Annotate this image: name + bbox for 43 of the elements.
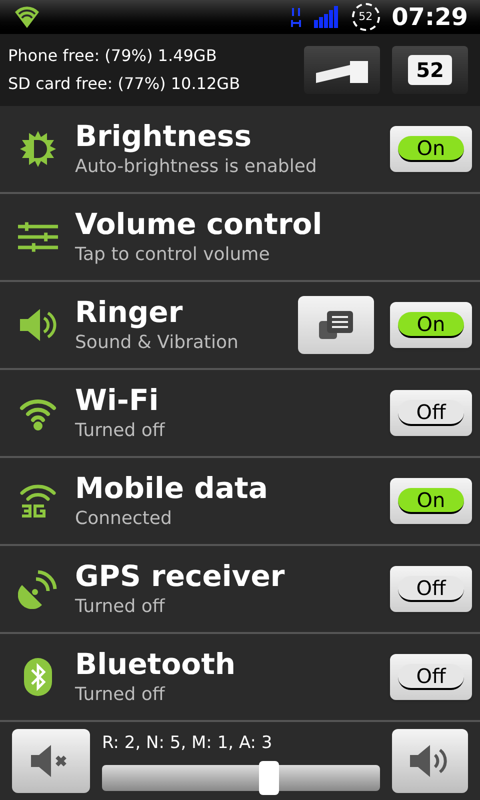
setting-title: Wi-Fi — [75, 382, 160, 418]
battery-level-badge: 52 — [408, 55, 452, 85]
setting-subtitle: Connected — [75, 507, 173, 531]
signal-icon — [314, 6, 340, 28]
mute-button[interactable] — [12, 729, 90, 793]
setting-row[interactable]: Wi-Fi Turned off Off — [0, 370, 480, 458]
clock: 07:29 — [392, 2, 468, 33]
setting-icon — [18, 569, 58, 609]
battery-button[interactable]: 52 — [392, 46, 468, 94]
setting-row[interactable]: Ringer Sound & Vibration On — [0, 282, 480, 370]
setting-icon — [18, 129, 58, 169]
slider-thumb[interactable] — [258, 760, 279, 795]
menu-button[interactable] — [298, 296, 374, 354]
setting-title: GPS receiver — [75, 558, 286, 594]
volume-up-button[interactable] — [392, 729, 468, 793]
sd-storage-text: SD card free: (77%) 10.12GB — [8, 73, 242, 95]
toggle-switch[interactable]: On — [390, 302, 472, 348]
toggle-switch[interactable]: On — [390, 126, 472, 172]
toggle-switch[interactable]: Off — [390, 654, 472, 700]
battery-indicator: 52 — [352, 3, 380, 31]
setting-subtitle: Turned off — [75, 683, 166, 707]
setting-subtitle: Turned off — [75, 419, 166, 443]
flashlight-button[interactable] — [304, 46, 380, 94]
setting-subtitle: Turned off — [75, 595, 166, 619]
setting-row[interactable]: Volume control Tap to control volume — [0, 194, 480, 282]
volume-reading: R: 2, N: 5, M: 1, A: 3 — [102, 732, 274, 756]
setting-subtitle: Auto-brightness is enabled — [75, 155, 318, 179]
setting-row[interactable]: Mobile data Connected On — [0, 458, 480, 546]
setting-title: Ringer — [75, 294, 184, 330]
message-list-icon — [317, 309, 355, 341]
setting-row[interactable]: Brightness Auto-brightness is enabled On — [0, 106, 480, 194]
setting-title: Mobile data — [75, 470, 269, 506]
setting-title: Bluetooth — [75, 646, 237, 682]
setting-subtitle: Sound & Vibration — [75, 331, 240, 355]
setting-title: Volume control — [75, 206, 324, 242]
setting-row[interactable]: Bluetooth Turned off Off — [0, 634, 480, 722]
phone-storage-text: Phone free: (79%) 1.49GB — [8, 45, 218, 67]
toggle-switch[interactable]: Off — [390, 390, 472, 436]
toggle-switch[interactable]: On — [390, 478, 472, 524]
toggle-switch[interactable]: Off — [390, 566, 472, 612]
setting-subtitle: Tap to control volume — [75, 243, 271, 267]
setting-title: Brightness — [75, 118, 252, 154]
setting-row[interactable]: GPS receiver Turned off Off — [0, 546, 480, 634]
